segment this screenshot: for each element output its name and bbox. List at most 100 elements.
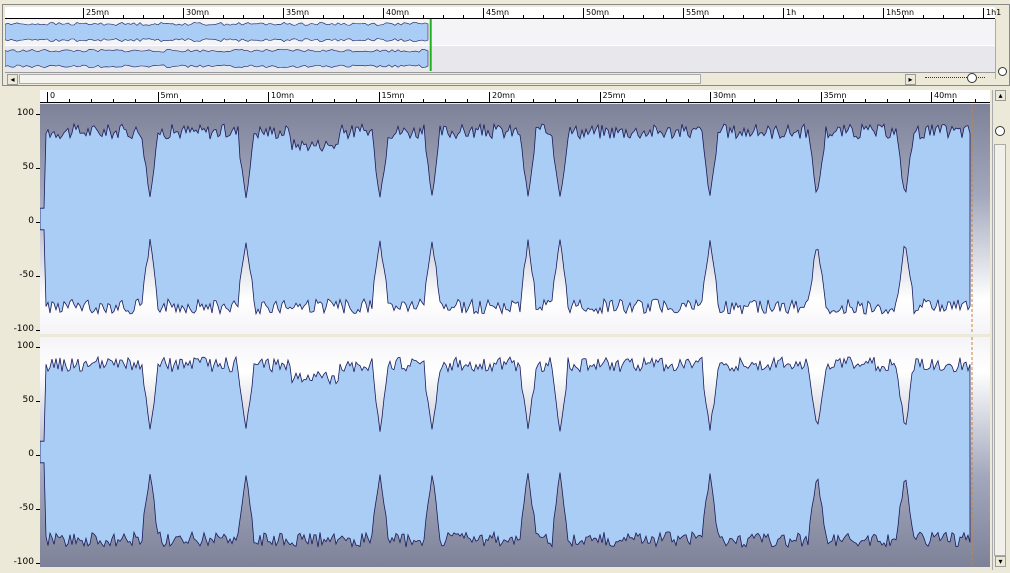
- ruler-tick: [710, 92, 711, 102]
- ruler-minor-tick: [334, 99, 336, 102]
- ruler-minor-tick: [466, 99, 468, 102]
- ruler-minor-tick: [203, 15, 204, 18]
- ruler-minor-tick: [123, 15, 124, 18]
- ruler-minor-tick: [843, 15, 844, 18]
- ruler-minor-tick: [903, 15, 904, 18]
- ruler-minor-tick: [303, 15, 304, 18]
- ruler-tick: [783, 8, 784, 18]
- ruler-minor-tick: [963, 15, 964, 18]
- ruler-minor-tick: [953, 99, 955, 102]
- overview-waveform-shape: [5, 22, 429, 42]
- overview-horizontal-scrollbar[interactable]: ◂ ▸: [5, 72, 995, 85]
- vertical-zoom-knob[interactable]: [995, 126, 1005, 136]
- ruler-minor-tick: [113, 99, 115, 102]
- ruler-tick: [283, 8, 284, 18]
- vertical-zoom-scrollbar[interactable]: ▴ ▾: [992, 90, 1007, 570]
- vertical-thumb[interactable]: [994, 144, 1006, 556]
- ruler-minor-tick: [356, 99, 358, 102]
- zoom-slider-knob[interactable]: [967, 73, 977, 83]
- ruler-minor-tick: [135, 99, 137, 102]
- ruler-minor-tick: [163, 15, 164, 18]
- ruler-minor-tick: [400, 99, 402, 102]
- ruler-minor-tick: [363, 15, 364, 18]
- ruler-tick: [183, 8, 184, 18]
- ruler-label: 1h1: [986, 8, 1002, 17]
- y-axis-label: -50: [19, 503, 34, 513]
- y-axis-label: 100: [16, 108, 34, 118]
- ruler-tick: [820, 92, 822, 102]
- scroll-up-button[interactable]: ▴: [995, 90, 1006, 101]
- y-axis-label: -50: [19, 270, 34, 280]
- y-axis-label: 0: [28, 216, 34, 226]
- ruler-minor-tick: [943, 15, 944, 18]
- ruler-minor-tick: [776, 99, 778, 102]
- ruler-minor-tick: [443, 15, 444, 18]
- ruler-minor-tick: [245, 99, 247, 102]
- scrollbar-thumb[interactable]: [19, 74, 701, 84]
- ruler-label: 0: [50, 91, 56, 100]
- slider-knob[interactable]: [998, 67, 1007, 76]
- scroll-down-button[interactable]: ▾: [995, 556, 1006, 567]
- ruler-tick: [583, 8, 584, 18]
- ruler-minor-tick: [603, 15, 604, 18]
- ruler-tick: [483, 8, 484, 18]
- ruler-minor-tick: [323, 15, 324, 18]
- ruler-minor-tick: [663, 15, 664, 18]
- y-axis-label: 50: [22, 162, 34, 172]
- overview-ruler[interactable]: 25mn 30mn 35mn 40mn 45mn 50mn 55mn 1h 1h5mn 1h1: [5, 7, 1001, 19]
- ruler-minor-tick: [143, 15, 144, 18]
- ruler-minor-tick: [643, 99, 645, 102]
- ruler-minor-tick: [621, 99, 623, 102]
- ruler-minor-tick: [555, 99, 557, 102]
- scroll-left-button[interactable]: ◂: [7, 74, 18, 85]
- ruler-minor-tick: [290, 99, 292, 102]
- ruler-label: 35mn: [286, 8, 310, 17]
- ruler-minor-tick: [975, 99, 977, 102]
- ruler-minor-tick: [723, 15, 724, 18]
- ruler-label: 45mn: [486, 8, 510, 17]
- ruler-minor-tick: [803, 15, 804, 18]
- ruler-minor-tick: [463, 15, 464, 18]
- ruler-minor-tick: [223, 99, 225, 102]
- ruler-tick: [47, 92, 48, 102]
- ruler-label: 55mn: [686, 8, 710, 17]
- overview-waveform-area[interactable]: [5, 19, 995, 71]
- ruler-minor-tick: [823, 15, 824, 18]
- main-ruler[interactable]: 0 5mn 10mn 15mn 20mn 25mn 30mn 35mn 40mn: [40, 90, 990, 103]
- ruler-minor-tick: [423, 15, 424, 18]
- ruler-minor-tick: [732, 99, 734, 102]
- ruler-minor-tick: [687, 99, 689, 102]
- ruler-minor-tick: [864, 99, 866, 102]
- overview-waveform-shape: [5, 48, 429, 69]
- scroll-right-button[interactable]: ▸: [905, 74, 916, 85]
- main-panel: 0 5mn 10mn 15mn 20mn 25mn 30mn 35mn 40mn 100 50 0 -…: [2, 88, 1008, 573]
- ruler-label: 1h: [786, 8, 797, 17]
- ruler-minor-tick: [563, 15, 564, 18]
- ruler-tick: [268, 92, 269, 102]
- ruler-minor-tick: [223, 15, 224, 18]
- channel-left-waveform[interactable]: [40, 104, 990, 334]
- ruler-minor-tick: [743, 15, 744, 18]
- y-axis-label: -100: [13, 324, 34, 334]
- ruler-minor-tick: [863, 15, 864, 18]
- ruler-minor-tick: [908, 99, 910, 102]
- ruler-minor-tick: [763, 15, 764, 18]
- ruler-minor-tick: [179, 99, 181, 102]
- channel-right-waveform[interactable]: [40, 337, 990, 567]
- ruler-tick: [931, 92, 932, 102]
- ruler-label: 40mn: [386, 8, 410, 17]
- ruler-tick: [83, 8, 84, 18]
- ruler-minor-tick: [403, 15, 404, 18]
- ruler-minor-tick: [103, 15, 104, 18]
- ruler-minor-tick: [312, 99, 314, 102]
- ruler-minor-tick: [91, 99, 93, 102]
- ruler-minor-tick: [511, 99, 513, 102]
- ruler-label: 50mn: [586, 8, 610, 17]
- ruler-tick: [157, 92, 159, 102]
- overview-zoom-slider-vertical[interactable]: [995, 19, 1008, 79]
- ruler-label: 30mn: [186, 8, 210, 17]
- ruler-minor-tick: [623, 15, 624, 18]
- ruler-minor-tick: [503, 15, 504, 18]
- ruler-minor-tick: [543, 15, 544, 18]
- ruler-minor-tick: [665, 99, 667, 102]
